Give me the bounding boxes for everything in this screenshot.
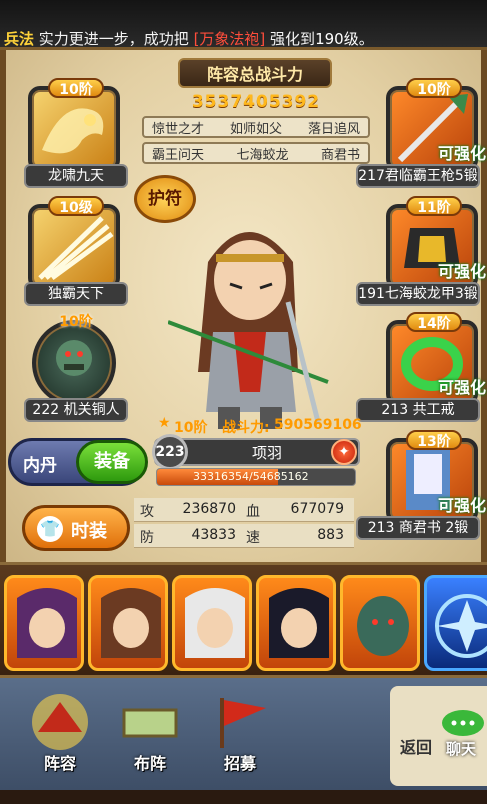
slot-tier-badge: 10阶 [48, 78, 104, 98]
lineup-power-title: 阵容总战斗力 [178, 58, 332, 88]
combat-power-value: 590569106 [274, 417, 362, 433]
slot-tier-badge: 10阶 [59, 314, 93, 330]
slot-label: 213 商君书 2锻 [356, 516, 480, 540]
treasure-slot-bronze-man[interactable]: 10阶 222 机关铜人 [18, 312, 128, 424]
bottom-nav: 阵容 布阵 招募 返回 聊天 [0, 678, 487, 804]
ticker-category: 兵法 [4, 30, 35, 48]
stat-label: 防 [140, 530, 154, 546]
hero-card[interactable] [340, 575, 420, 671]
upgrade-icon[interactable]: ✦ [331, 439, 357, 465]
nav-recruit-label: 招募 [223, 754, 256, 773]
recruit-flag-icon [220, 698, 266, 748]
slot-label: 龙啸九天 [24, 164, 128, 188]
ticker-post: 强化到 [265, 30, 316, 48]
stat-row: 防 43833 速 883 [134, 524, 354, 548]
back-label: 返回 [400, 738, 433, 757]
fate-tag: 落日追风 [307, 121, 360, 137]
hero-panel: 10阶 龙啸九天 10级 独霸天下 10阶 222 机关铜人 阵容总战斗力 35… [0, 50, 487, 562]
slot-label: 217君临霸王枪5锻 [356, 164, 480, 188]
slot-tier-badge: 13阶 [406, 430, 462, 450]
skill-slot-dragon[interactable]: 10阶 龙啸九天 [18, 78, 128, 190]
can-enhance-label: 可强化 [437, 144, 486, 163]
stat-value: 236870 [182, 501, 236, 517]
chat-bubble-icon [442, 710, 484, 736]
hero-card[interactable] [256, 575, 336, 671]
slot-tier-badge: 11阶 [406, 196, 462, 216]
can-enhance-label: 可强化 [437, 496, 486, 515]
nav-recruit[interactable]: 招募 [200, 692, 280, 782]
slot-label: 独霸天下 [24, 282, 128, 306]
equip-slot-armor[interactable]: 11阶 可强化 191七海蛟龙甲3锻 [356, 196, 486, 308]
costume-label: 时装 [71, 521, 107, 542]
hero-tier: 10阶 [174, 420, 208, 436]
equipment-button[interactable]: 装备 [76, 440, 148, 484]
nav-formation-label: 布阵 [133, 754, 166, 773]
hero-portrait [167, 202, 330, 432]
slot-label: 222 机关铜人 [24, 398, 128, 422]
bottom-edge [0, 790, 487, 804]
equip-slot-book[interactable]: 13阶 可强化 213 商君书 2锻 [356, 430, 486, 542]
slot-tier-badge: 10阶 [406, 78, 462, 98]
equip-slot-ring[interactable]: 14阶 可强化 213 共工戒 [356, 312, 486, 424]
hero-stats: 攻 236870 血 677079 防 43833 速 883 [134, 498, 354, 554]
nav-lineup[interactable]: 阵容 [20, 692, 100, 782]
ticker-pre: 实力更进一步，成功把 [34, 30, 194, 48]
hero-exp-bar: 33316354/54685162 [156, 468, 356, 486]
hero-card[interactable] [4, 575, 84, 671]
stat-label: 血 [246, 504, 260, 520]
hero-combat-row: ★ 10阶 战斗力: 590569106 [154, 415, 364, 437]
inner-core-label: 内丹 [23, 456, 57, 476]
stat-value: 677079 [290, 501, 344, 517]
stat-value: 883 [317, 527, 344, 543]
nav-lineup-label: 阵容 [43, 754, 76, 773]
bronze-man-icon [32, 320, 116, 406]
nav-formation[interactable]: 布阵 [110, 692, 190, 782]
stat-row: 攻 236870 血 677079 [134, 498, 354, 522]
stat-value: 43833 [191, 527, 236, 543]
slot-label: 213 共工戒 [356, 398, 480, 422]
fate-tag: 惊世之才 [152, 121, 205, 137]
hero-name: 项羽 [251, 444, 282, 462]
fate-tags-row-1[interactable]: 惊世之才 如师如父 落日追风 [142, 116, 370, 138]
skill-slot-sword[interactable]: 10级 独霸天下 [18, 196, 128, 308]
lineup-total-power: 3537405392 [191, 92, 321, 112]
star-icon: ★ [158, 415, 171, 431]
hero-card[interactable] [172, 575, 252, 671]
slot-label: 191七海蛟龙甲3锻 [356, 282, 480, 306]
shirt-icon: 👕 [37, 516, 63, 542]
fate-tags-row-2[interactable]: 霸王问天 七海蛟龙 商君书 [142, 142, 370, 164]
slot-tier-badge: 14阶 [406, 312, 462, 332]
fate-tag: 霸王问天 [152, 147, 205, 163]
ticker-level: 190级。 [315, 30, 374, 48]
stat-label: 攻 [140, 504, 154, 520]
can-enhance-label: 可强化 [437, 262, 486, 281]
exp-text: 33316354/54685162 [193, 470, 309, 483]
chat-button[interactable]: 聊天 [440, 708, 486, 758]
formation-icon [122, 708, 178, 738]
hero-lineup-strip [0, 562, 487, 678]
fate-tag: 商君书 [320, 147, 360, 163]
hero-card[interactable] [424, 575, 487, 671]
combat-power-label: 战斗力: [222, 420, 270, 436]
hero-card[interactable] [88, 575, 168, 671]
costume-button[interactable]: 👕 时装 [22, 505, 130, 551]
fate-tag: 七海蛟龙 [236, 147, 289, 163]
hero-level-badge: 223 [152, 434, 188, 470]
ticker-item: [万象法袍] [193, 30, 266, 48]
fate-tag: 如师如父 [229, 121, 282, 137]
lineup-icon [32, 694, 88, 750]
equip-slot-spear[interactable]: 10阶 可强化 217君临霸王枪5锻 [356, 78, 486, 190]
can-enhance-label: 可强化 [437, 378, 486, 397]
stat-label: 速 [246, 530, 260, 546]
news-ticker: 兵法 实力更进一步，成功把 [万象法袍] 强化到190级。 [0, 0, 487, 50]
chat-label: 聊天 [446, 740, 477, 758]
slot-tier-badge: 10级 [48, 196, 104, 216]
ticker-message: 兵法 实力更进一步，成功把 [万象法袍] 强化到190级。 [4, 28, 374, 49]
